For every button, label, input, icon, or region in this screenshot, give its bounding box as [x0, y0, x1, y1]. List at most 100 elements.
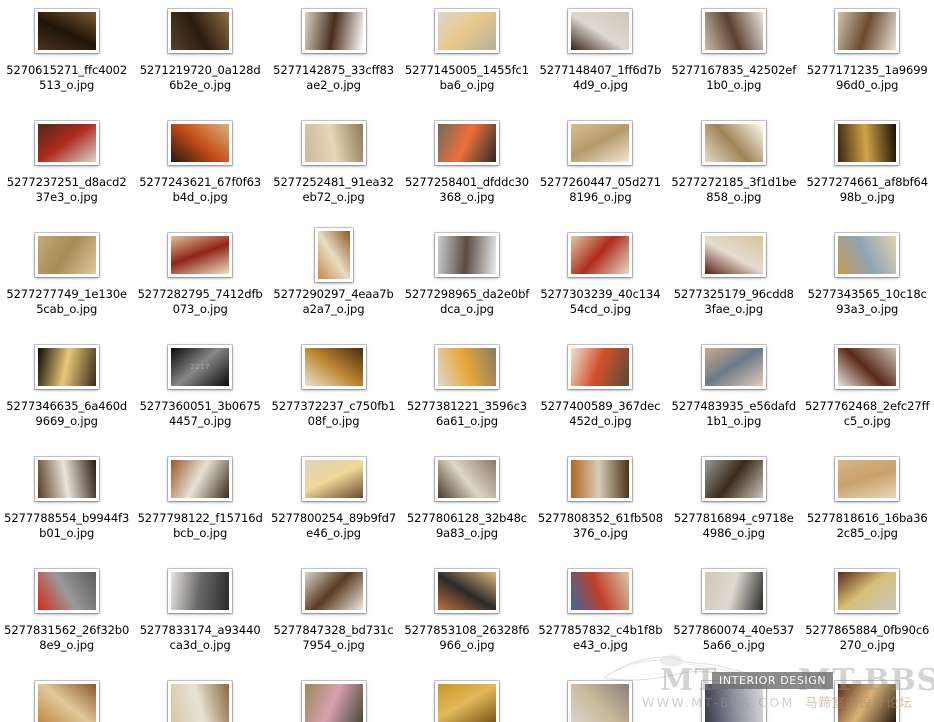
file-thumbnail[interactable] — [835, 569, 900, 613]
file-item[interactable]: 5277303239_40c13454cd_o.jpg — [534, 224, 667, 336]
file-thumbnail[interactable] — [835, 457, 900, 501]
file-thumbnail[interactable] — [434, 569, 499, 613]
file-item[interactable]: 5277818616_16ba362c85_o.jpg — [801, 448, 934, 560]
file-item[interactable]: 5277831562_26f32b08e9_o.jpg — [0, 560, 133, 672]
file-item[interactable] — [534, 672, 667, 722]
file-thumbnail[interactable] — [701, 457, 766, 501]
file-item[interactable] — [400, 672, 533, 722]
file-item[interactable]: 5277483935_e56dafd1b1_o.jpg — [667, 336, 800, 448]
file-thumbnail[interactable] — [168, 233, 233, 277]
file-thumbnail[interactable] — [301, 9, 366, 53]
file-thumbnail[interactable] — [34, 121, 99, 165]
file-item[interactable]: 5277142875_33cff83ae2_o.jpg — [267, 0, 400, 112]
file-thumbnail[interactable] — [568, 345, 633, 389]
file-item[interactable] — [667, 672, 800, 722]
file-item[interactable]: 5277346635_6a460d9669_o.jpg — [0, 336, 133, 448]
file-item[interactable]: 5277258401_dfddc30368_o.jpg — [400, 112, 533, 224]
file-item[interactable]: 5277800254_89b9fd7e46_o.jpg — [267, 448, 400, 560]
file-name-label: 5277788554_b9944f3b01_o.jpg — [4, 511, 130, 540]
file-thumbnail[interactable] — [568, 9, 633, 53]
file-item[interactable]: 5271219720_0a128d6b2e_o.jpg — [133, 0, 266, 112]
file-name-label: 5277346635_6a460d9669_o.jpg — [6, 399, 128, 428]
file-item[interactable]: 5277252481_91ea32eb72_o.jpg — [267, 112, 400, 224]
file-thumbnail[interactable] — [835, 233, 900, 277]
file-item[interactable] — [267, 672, 400, 722]
file-item[interactable]: 5277806128_32b48c9a83_o.jpg — [400, 448, 533, 560]
file-item[interactable]: 5277853108_26328f6966_o.jpg — [400, 560, 533, 672]
file-item[interactable]: 5277148407_1ff6d7b4d9_o.jpg — [534, 0, 667, 112]
file-item[interactable]: 5277762468_2efc27ffc5_o.jpg — [801, 336, 934, 448]
file-item[interactable]: 5277372237_c750fb108f_o.jpg — [267, 336, 400, 448]
file-item[interactable] — [0, 672, 133, 722]
file-thumbnail[interactable] — [34, 233, 99, 277]
file-thumbnail[interactable] — [34, 9, 99, 53]
file-thumbnail[interactable] — [34, 681, 99, 722]
file-item[interactable]: 5277798122_f15716dbcb_o.jpg — [133, 448, 266, 560]
file-thumbnail[interactable] — [568, 457, 633, 501]
file-thumbnail[interactable] — [434, 9, 499, 53]
file-item[interactable]: 5277171235_1a969996d0_o.jpg — [801, 0, 934, 112]
file-thumbnail[interactable] — [301, 345, 366, 389]
file-thumbnail[interactable] — [568, 233, 633, 277]
file-thumbnail[interactable]: 2217 — [168, 345, 233, 389]
file-thumbnail[interactable] — [168, 569, 233, 613]
file-thumbnail[interactable] — [314, 228, 353, 282]
file-item[interactable]: 5277865884_0fb90c6270_o.jpg — [801, 560, 934, 672]
file-item[interactable] — [801, 672, 934, 722]
file-thumbnail[interactable] — [34, 345, 99, 389]
file-thumbnail[interactable] — [835, 121, 900, 165]
file-thumbnail[interactable] — [301, 457, 366, 501]
file-thumbnail[interactable] — [568, 569, 633, 613]
file-item[interactable]: 5277274661_af8bf6498b_o.jpg — [801, 112, 934, 224]
file-item[interactable]: 5270615271_ffc4002513_o.jpg — [0, 0, 133, 112]
file-item[interactable]: 5277833174_a93440ca3d_o.jpg — [133, 560, 266, 672]
file-item[interactable]: 5277290297_4eaa7ba2a7_o.jpg — [267, 224, 400, 336]
file-item[interactable]: 5277272185_3f1d1be858_o.jpg — [667, 112, 800, 224]
file-item[interactable]: 5277298965_da2e0bfdca_o.jpg — [400, 224, 533, 336]
file-thumbnail[interactable] — [168, 9, 233, 53]
file-thumbnail[interactable] — [434, 457, 499, 501]
file-item[interactable]: 5277860074_40e5375a66_o.jpg — [667, 560, 800, 672]
file-item[interactable]: 5277277749_1e130e5cab_o.jpg — [0, 224, 133, 336]
file-thumbnail[interactable] — [168, 121, 233, 165]
file-thumbnail[interactable] — [434, 121, 499, 165]
file-thumbnail[interactable] — [34, 457, 99, 501]
file-thumbnail[interactable] — [434, 345, 499, 389]
file-thumbnail[interactable] — [701, 121, 766, 165]
file-thumbnail[interactable] — [701, 345, 766, 389]
file-thumbnail[interactable] — [701, 9, 766, 53]
file-thumbnail[interactable] — [168, 681, 233, 722]
file-thumbnail[interactable] — [301, 681, 366, 722]
file-item[interactable]: 2217 5277360051_3b06754457_o.jpg — [133, 336, 266, 448]
file-thumbnail[interactable] — [568, 121, 633, 165]
file-thumbnail[interactable] — [301, 569, 366, 613]
file-item[interactable]: 5277167835_42502ef1b0_o.jpg — [667, 0, 800, 112]
file-item[interactable]: 5277788554_b9944f3b01_o.jpg — [0, 448, 133, 560]
file-item[interactable]: 5277847328_bd731c7954_o.jpg — [267, 560, 400, 672]
file-item[interactable]: 5277145005_1455fc1ba6_o.jpg — [400, 0, 533, 112]
file-item[interactable]: 5277325179_96cdd83fae_o.jpg — [667, 224, 800, 336]
file-thumbnail[interactable] — [34, 569, 99, 613]
file-item[interactable]: 5277243621_67f0f63b4d_o.jpg — [133, 112, 266, 224]
file-thumbnail[interactable] — [835, 681, 900, 722]
file-item[interactable]: 5277343565_10c18c93a3_o.jpg — [801, 224, 934, 336]
file-item[interactable]: 5277381221_3596c36a61_o.jpg — [400, 336, 533, 448]
file-item[interactable]: 5277237251_d8acd237e3_o.jpg — [0, 112, 133, 224]
file-thumbnail[interactable] — [835, 9, 900, 53]
file-item[interactable]: 5277400589_367dec452d_o.jpg — [534, 336, 667, 448]
file-thumbnail[interactable] — [568, 681, 633, 722]
file-thumbnail[interactable] — [701, 569, 766, 613]
file-thumbnail[interactable] — [701, 233, 766, 277]
file-thumbnail[interactable] — [835, 345, 900, 389]
file-item[interactable]: 5277816894_c9718e4986_o.jpg — [667, 448, 800, 560]
file-item[interactable]: 5277857832_c4b1f8be43_o.jpg — [534, 560, 667, 672]
file-item[interactable] — [133, 672, 266, 722]
file-thumbnail[interactable] — [701, 681, 766, 722]
file-thumbnail[interactable] — [434, 233, 499, 277]
file-thumbnail[interactable] — [168, 457, 233, 501]
file-thumbnail[interactable] — [301, 121, 366, 165]
file-item[interactable]: 5277282795_7412dfb073_o.jpg — [133, 224, 266, 336]
file-item[interactable]: 5277260447_05d2718196_o.jpg — [534, 112, 667, 224]
file-thumbnail[interactable] — [434, 681, 499, 722]
file-item[interactable]: 5277808352_61fb508376_o.jpg — [534, 448, 667, 560]
